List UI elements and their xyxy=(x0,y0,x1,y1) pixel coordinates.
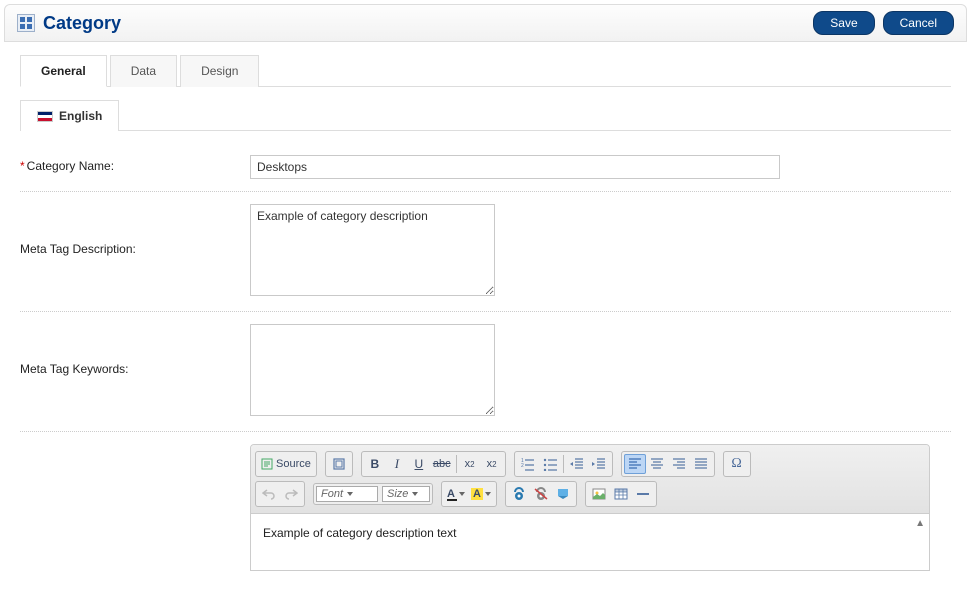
editor-content-area[interactable]: Example of category description text ▲ xyxy=(251,514,929,570)
source-button[interactable]: Source xyxy=(258,454,314,474)
table-icon[interactable] xyxy=(610,484,632,504)
outdent-icon[interactable] xyxy=(566,454,588,474)
uk-flag-icon xyxy=(37,111,53,122)
category-icon xyxy=(17,14,35,32)
meta-description-label: Meta Tag Description: xyxy=(20,242,136,256)
page-header: Category Save Cancel xyxy=(4,4,967,42)
rich-text-editor: Source B I U abc xyxy=(250,444,930,571)
meta-description-input[interactable]: Example of category description xyxy=(250,204,495,296)
unlink-icon[interactable] xyxy=(530,484,552,504)
superscript-icon[interactable]: x2 xyxy=(481,454,503,474)
tab-data[interactable]: Data xyxy=(110,55,177,87)
align-right-icon[interactable] xyxy=(668,454,690,474)
text-color-icon[interactable]: A xyxy=(444,484,468,504)
subscript-icon[interactable]: x2 xyxy=(459,454,481,474)
align-justify-icon[interactable] xyxy=(690,454,712,474)
row-meta-description: Meta Tag Description: Example of categor… xyxy=(20,192,951,312)
editor-content: Example of category description text xyxy=(263,526,456,540)
indent-icon[interactable] xyxy=(588,454,610,474)
bg-color-icon[interactable]: A xyxy=(468,484,494,504)
bullet-list-icon[interactable] xyxy=(539,454,561,474)
row-meta-keywords: Meta Tag Keywords: xyxy=(20,312,951,432)
tab-general[interactable]: General xyxy=(20,55,107,87)
maximize-icon[interactable] xyxy=(328,454,350,474)
language-tab-label: English xyxy=(59,109,102,123)
row-category-name: *Category Name: xyxy=(20,143,951,192)
bold-icon[interactable]: B xyxy=(364,454,386,474)
italic-icon[interactable]: I xyxy=(386,454,408,474)
special-char-icon[interactable]: Ω xyxy=(726,454,748,474)
strikethrough-icon[interactable]: abc xyxy=(430,454,454,474)
page-title: Category xyxy=(43,13,121,34)
align-left-icon[interactable] xyxy=(624,454,646,474)
font-dropdown[interactable]: Font xyxy=(316,486,378,502)
language-tab-english[interactable]: English xyxy=(20,100,119,131)
undo-icon[interactable] xyxy=(258,484,280,504)
editor-toolbar: Source B I U abc xyxy=(251,445,929,514)
numbered-list-icon[interactable]: 12 xyxy=(517,454,539,474)
align-center-icon[interactable] xyxy=(646,454,668,474)
svg-text:2: 2 xyxy=(521,463,524,469)
meta-keywords-label: Meta Tag Keywords: xyxy=(20,362,129,376)
scroll-up-icon[interactable]: ▲ xyxy=(915,518,925,529)
size-dropdown[interactable]: Size xyxy=(382,486,430,502)
tab-design[interactable]: Design xyxy=(180,55,259,87)
language-tabs: English xyxy=(20,99,951,131)
anchor-icon[interactable] xyxy=(552,484,574,504)
main-tabs: General Data Design xyxy=(20,54,951,87)
row-description-editor: Source B I U abc xyxy=(20,432,951,583)
cancel-button[interactable]: Cancel xyxy=(883,11,954,35)
underline-icon[interactable]: U xyxy=(408,454,430,474)
image-icon[interactable] xyxy=(588,484,610,504)
link-icon[interactable] xyxy=(508,484,530,504)
redo-icon[interactable] xyxy=(280,484,302,504)
category-name-input[interactable] xyxy=(250,155,780,179)
required-marker: * xyxy=(20,159,25,173)
horizontal-rule-icon[interactable] xyxy=(632,484,654,504)
save-button[interactable]: Save xyxy=(813,11,874,35)
meta-keywords-input[interactable] xyxy=(250,324,495,416)
category-name-label: Category Name: xyxy=(27,159,114,173)
